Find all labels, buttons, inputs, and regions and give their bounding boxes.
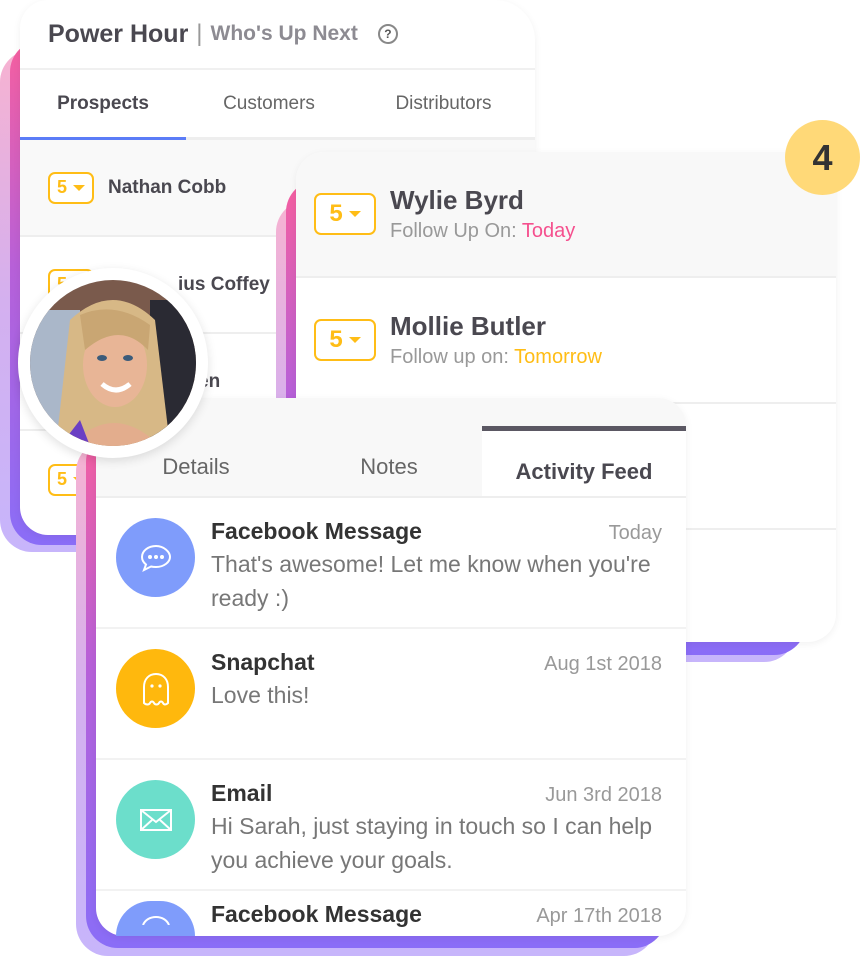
- feed-item[interactable]: Email Jun 3rd 2018 Hi Sarah, just staying…: [96, 760, 686, 891]
- envelope-icon: [116, 780, 195, 859]
- help-icon[interactable]: ?: [377, 24, 398, 44]
- feed-item-date: Apr 17th 2018: [536, 905, 662, 927]
- contact-name: Mollie Butler: [390, 311, 547, 341]
- feed-item-title: Snapchat: [211, 649, 315, 675]
- caret-down-icon: [73, 184, 85, 191]
- tab-notes[interactable]: Notes: [296, 398, 482, 496]
- feed-item-date: Jun 3rd 2018: [545, 784, 662, 806]
- tab-activity-feed[interactable]: Activity Feed: [482, 426, 686, 496]
- chat-bubble-icon: [116, 901, 195, 936]
- tab-distributors[interactable]: Distributors: [352, 70, 535, 137]
- list-item[interactable]: 5 Wylie Byrd Follow Up On: Today: [296, 152, 836, 278]
- rating-dropdown[interactable]: 5: [48, 171, 94, 204]
- ghost-icon: [116, 649, 195, 728]
- title-separator: |: [196, 20, 203, 47]
- feed-item-date: Today: [608, 522, 662, 544]
- list-item[interactable]: 5 Mollie Butler Follow up on: Tomorrow: [296, 278, 836, 404]
- rating-dropdown[interactable]: 5: [314, 193, 376, 235]
- prospect-name: Nathan Cobb: [108, 176, 227, 198]
- follow-up-label: Follow up on:: [390, 346, 509, 368]
- feed-item-title: Facebook Message: [211, 901, 422, 927]
- avatar-photo: [30, 280, 196, 446]
- contact-detail-card: Details Notes Activity Feed Facebook Mes…: [96, 398, 686, 936]
- feed-item[interactable]: Snapchat Aug 1st 2018 Love this!: [96, 629, 686, 760]
- tab-customers[interactable]: Customers: [186, 70, 352, 137]
- tab-prospects[interactable]: Prospects: [20, 70, 186, 140]
- rating-dropdown[interactable]: 5: [314, 319, 376, 361]
- follow-up-label: Follow Up On:: [390, 220, 517, 242]
- caret-down-icon: [348, 337, 361, 343]
- caret-down-icon: [348, 211, 361, 217]
- feed-item-title: Email: [211, 780, 273, 806]
- feed-item-text: That's awesome! Let me know when you're …: [211, 551, 651, 611]
- page-subtitle: Who's Up Next: [210, 22, 358, 45]
- count-badge: 4: [785, 120, 860, 195]
- page-title: Power Hour: [48, 19, 189, 48]
- feed-item[interactable]: Facebook Message Today That's awesome! Le…: [96, 498, 686, 629]
- follow-up-date: Today: [521, 220, 576, 242]
- chat-bubble-icon: [116, 518, 195, 597]
- feed-item-date: Aug 1st 2018: [544, 653, 662, 675]
- follow-up-date: Tomorrow: [514, 346, 602, 368]
- contact-name: Wylie Byrd: [390, 185, 524, 215]
- avatar[interactable]: [18, 268, 208, 458]
- feed-item[interactable]: Facebook Message Apr 17th 2018: [96, 891, 686, 936]
- prospect-name: ius Coffey: [178, 273, 270, 295]
- feed-item-text: Love this!: [211, 682, 310, 708]
- feed-item-text: Hi Sarah, just staying in touch so I can…: [211, 813, 653, 873]
- feed-item-title: Facebook Message: [211, 518, 422, 544]
